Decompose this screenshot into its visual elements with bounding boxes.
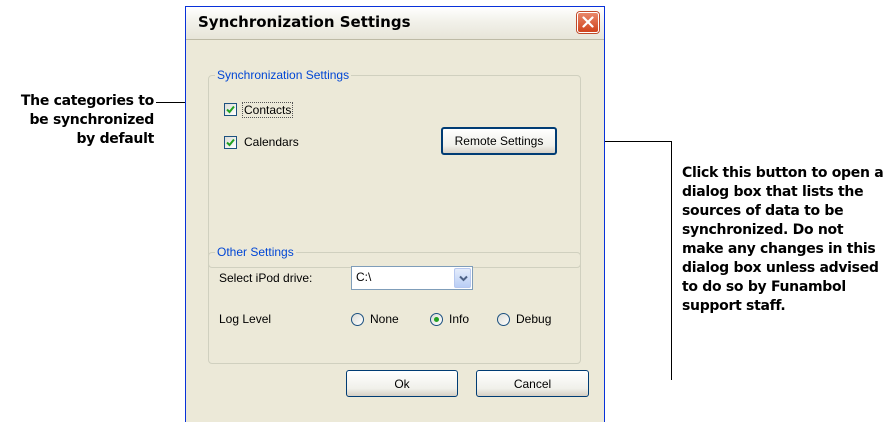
contacts-checkbox[interactable] [224,103,237,116]
cancel-label: Cancel [513,376,552,391]
annotation-line: by default [76,131,154,147]
cancel-button[interactable]: Cancel [476,370,589,397]
window-title: Synchronization Settings [198,13,411,31]
log-level-debug-radio[interactable] [497,313,510,326]
close-x-icon [582,16,594,28]
annotation-line: Click this button to open a [682,165,884,181]
remote-settings-button[interactable]: Remote Settings [441,127,557,155]
annotation-line: synchronized. Do not [682,222,844,238]
sync-settings-legend: Synchronization Settings [215,68,352,82]
annotation-leader-right-vertical [671,141,672,380]
close-button[interactable] [577,12,599,33]
check-mark-icon [226,138,235,147]
annotation-line: support staff. [682,298,786,314]
annotation-line: sources of data to be [682,203,844,219]
annotation-line: make any changes in this [682,241,876,257]
log-level-label: Log Level [219,312,272,326]
radio-selected-dot [434,317,439,322]
calendars-label[interactable]: Calendars [244,135,299,149]
other-settings-legend: Other Settings [215,245,296,259]
contacts-label[interactable]: Contacts [242,102,294,118]
log-level-none-radio[interactable] [351,313,364,326]
dialog-window: Synchronization Settings Synchronization… [185,6,605,422]
ipod-drive-label: Select iPod drive: [219,271,313,285]
dropdown-button[interactable] [454,268,471,288]
annotation-line: be synchronized [29,112,154,128]
annotation-line: to do so by Funambol [682,279,846,295]
log-level-none-label[interactable]: None [370,312,399,326]
annotation-line: dialog box that lists the [682,184,864,200]
title-bar[interactable]: Synchronization Settings [186,7,604,40]
dialog-body: Synchronization Settings Contacts Calend… [186,40,604,422]
annotation-line: dialog box unless advised [682,260,879,276]
annotation-remote-settings: Click this button to open a dialog box t… [682,164,894,316]
ok-button[interactable]: Ok [346,370,458,397]
ipod-drive-select[interactable]: C:\ [351,266,473,290]
calendars-checkbox[interactable] [224,136,237,149]
log-level-info-radio[interactable] [430,313,443,326]
log-level-info-label[interactable]: Info [449,312,469,326]
remote-settings-label: Remote Settings [454,134,544,148]
log-level-debug-label[interactable]: Debug [516,312,551,326]
ok-label: Ok [394,376,410,391]
check-mark-icon [226,105,235,114]
ipod-drive-value: C:\ [356,270,372,284]
annotation-line: The categories to [20,93,154,109]
chevron-down-icon [459,275,468,282]
annotation-categories: The categories to be synchronized by def… [6,92,154,149]
